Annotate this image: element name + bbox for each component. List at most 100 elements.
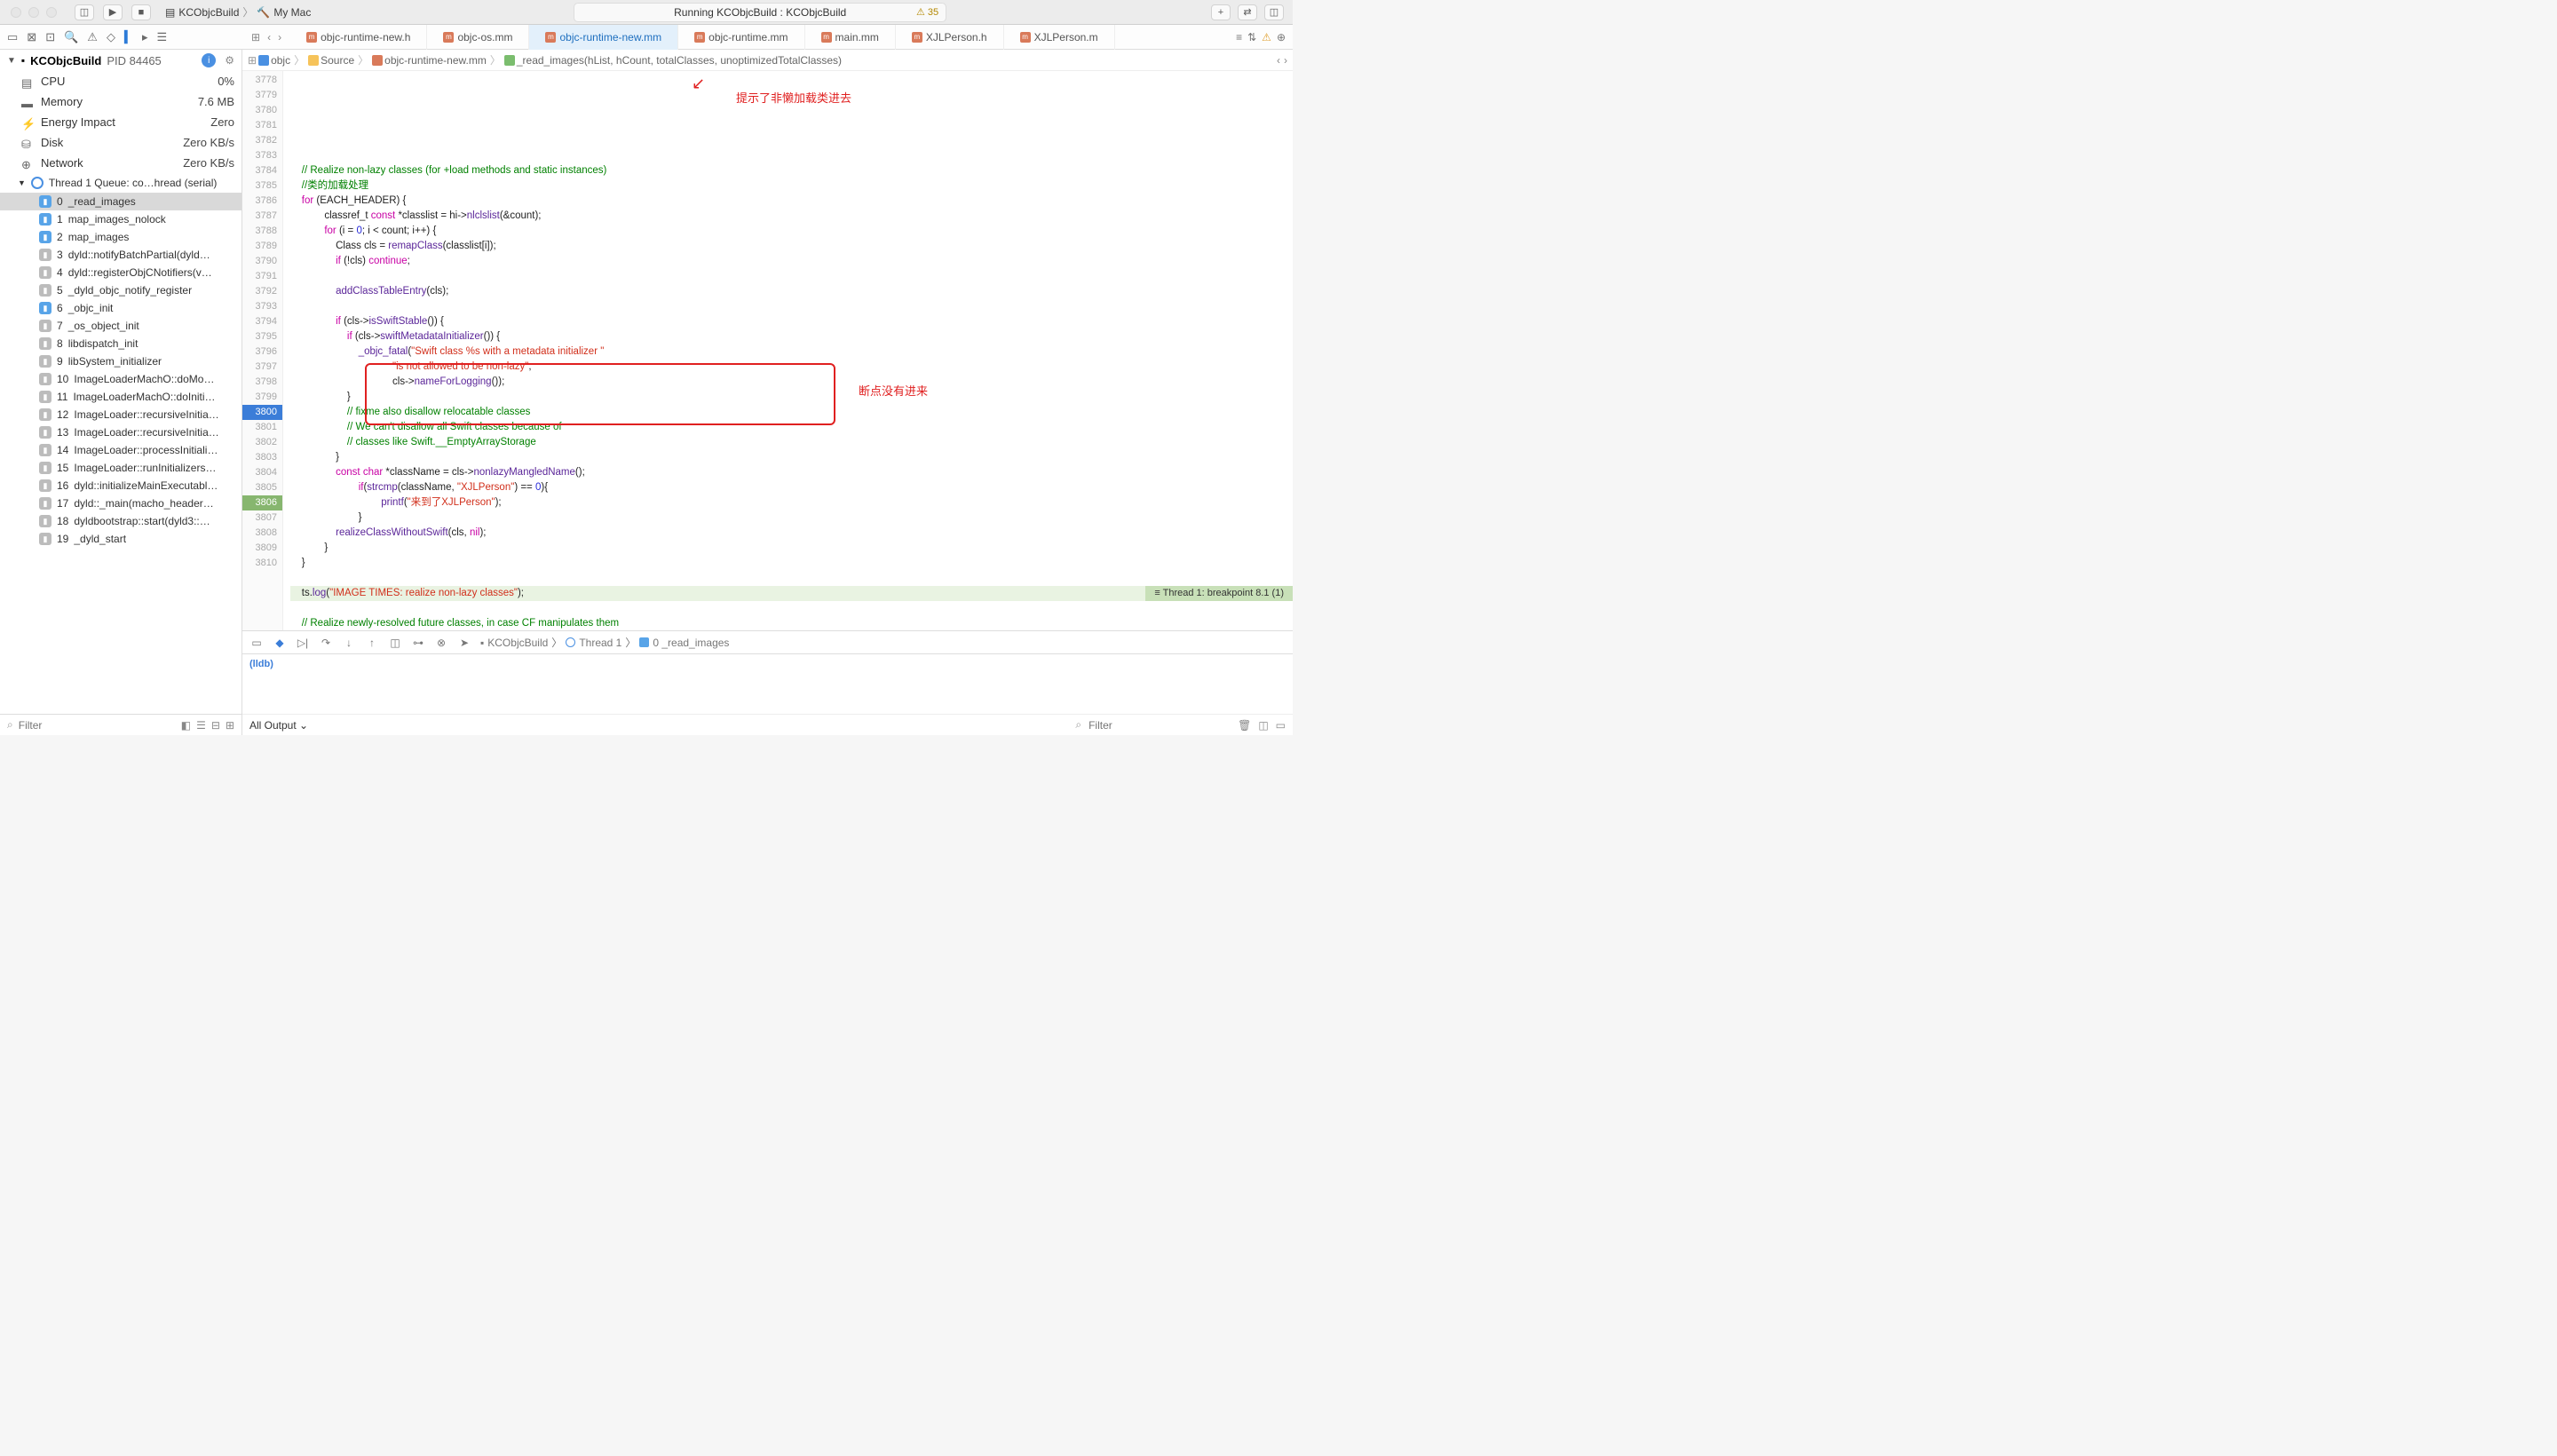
stack-frame[interactable]: ▮6 _objc_init [0,299,241,317]
stack-frame[interactable]: ▮12 ImageLoader::recursiveInitia… [0,406,241,423]
trash-icon[interactable]: 🗑 [1238,719,1251,732]
step-over-icon[interactable]: ↷ [319,637,333,649]
gutter[interactable]: 3778377937803781378237833784378537863787… [242,71,283,630]
stack-frame[interactable]: ▮3 dyld::notifyBatchPartial(dyld… [0,246,241,264]
stack-frame[interactable]: ▮8 libdispatch_init [0,335,241,352]
stack-frame[interactable]: ▮9 libSystem_initializer [0,352,241,370]
stack-frame[interactable]: ▮17 dyld::_main(macho_header… [0,495,241,512]
filter-opt2[interactable]: ☰ [196,719,206,732]
disclosure-icon[interactable]: ▼ [18,178,26,187]
report-icon[interactable]: ☰ [156,30,167,44]
window-controls[interactable] [0,7,67,18]
file-tab[interactable]: mobjc-runtime-new.mm [529,25,678,50]
add-editor-icon[interactable]: ⊕ [1277,31,1286,44]
stack-frame[interactable]: ▮2 map_images [0,228,241,246]
next-icon[interactable]: › [1284,54,1287,67]
issue-icon[interactable]: ⚠ [87,30,98,44]
debug-crumb[interactable]: Thread 1 [579,637,621,649]
back-button[interactable]: ‹ [267,31,271,44]
gear-icon[interactable]: ⚙ [225,54,234,67]
split-icon2[interactable]: ▭ [1276,719,1286,732]
stack-frame[interactable]: ▮1 map_images_nolock [0,210,241,228]
filter-opt1[interactable]: ◧ [181,719,191,732]
continue-icon[interactable]: ▷| [296,637,310,649]
folder-icon[interactable]: ▭ [7,30,18,44]
file-tab[interactable]: mobjc-os.mm [427,25,529,50]
toggle-inspector-button[interactable]: ◫ [1264,4,1284,20]
file-tab[interactable]: mmain.mm [805,25,896,50]
filter-opt3[interactable]: ⊟ [211,719,220,732]
activity-status[interactable]: Running KCObjcBuild : KCObjcBuild ⚠ 35 [574,3,946,22]
gauge-row[interactable]: ⊕NetworkZero KB/s [0,153,241,173]
hammer-icon: 🔨 [257,6,270,19]
run-button[interactable]: ▶ [103,4,123,20]
scheme-target[interactable]: KCObjcBuild [178,6,239,19]
debug-crumb[interactable]: 0 _read_images [653,637,729,649]
code-editor[interactable]: ↙ 提示了非懒加载类进去 断点没有进来 // Realize non-lazy … [283,71,1293,630]
stack-frame[interactable]: ▮16 dyld::initializeMainExecutabl… [0,477,241,495]
stop-button[interactable]: ■ [131,4,151,20]
disclosure-icon[interactable]: ▼ [7,56,16,66]
stack-frame[interactable]: ▮7 _os_object_init [0,317,241,335]
file-tab[interactable]: mXJLPerson.h [896,25,1004,50]
stack-frame[interactable]: ▮11 ImageLoaderMachO::doIniti… [0,388,241,406]
forward-button[interactable]: › [278,31,281,44]
step-in-icon[interactable]: ↓ [342,637,356,649]
breakpoint-icon[interactable]: ▸ [142,30,148,44]
debug-icon[interactable]: ▍ [124,30,133,44]
symbol-icon[interactable]: ⊡ [45,30,55,44]
warning-badge[interactable]: ⚠ 35 [916,6,938,18]
memory-graph-icon[interactable]: ⊶ [411,637,425,649]
location-icon[interactable]: ➤ [457,637,471,649]
stack-frame[interactable]: ▮15 ImageLoader::runInitializers… [0,459,241,477]
warning-icon[interactable]: ⚠ [1262,31,1271,44]
scheme-device[interactable]: My Mac [273,6,311,19]
file-tab[interactable]: mXJLPerson.m [1004,25,1115,50]
stack-frame[interactable]: ▮0 _read_images [0,193,241,210]
stack-frame[interactable]: ▮18 dyldbootstrap::start(dyld3::… [0,512,241,530]
stack-frame[interactable]: ▮13 ImageLoader::recursiveInitia… [0,423,241,441]
process-name[interactable]: KCObjcBuild [30,54,101,67]
gauge-row[interactable]: ▤CPU0% [0,71,241,91]
search-icon[interactable]: 🔍 [64,30,78,44]
breakpoint-badge[interactable]: ≡ Thread 1: breakpoint 8.1 (1) [1145,586,1293,601]
env-icon[interactable]: ⊗ [434,637,448,649]
console-output[interactable]: (lldb) [242,654,1293,714]
view-debug-icon[interactable]: ◫ [388,637,402,649]
x-icon[interactable]: ⊠ [27,30,36,44]
gauge-row[interactable]: ▬Memory7.6 MB [0,91,241,112]
related-items-icon[interactable]: ⊞ [251,31,260,44]
zoom-dot[interactable] [46,7,57,18]
console-filter-input[interactable] [1089,719,1231,732]
filter-opt4[interactable]: ⊞ [226,719,234,732]
split-icon[interactable]: ◫ [1258,719,1268,732]
prev-icon[interactable]: ‹ [1277,54,1280,67]
hide-debug-icon[interactable]: ▭ [249,637,264,649]
thread-label[interactable]: Thread 1 Queue: co…hread (serial) [49,177,217,189]
navigator-selector[interactable]: ▭ ⊠ ⊡ 🔍 ⚠ ◇ ▍ ▸ ☰ [0,30,242,44]
code-review-button[interactable]: ⇄ [1238,4,1257,20]
add-button[interactable]: + [1211,4,1231,20]
close-dot[interactable] [11,7,21,18]
gauge-row[interactable]: ⚡Energy ImpactZero [0,112,241,132]
debug-crumb[interactable]: KCObjcBuild [487,637,548,649]
test-icon[interactable]: ◇ [107,30,115,44]
stack-frame[interactable]: ▮19 _dyld_start [0,530,241,548]
filter-input[interactable] [19,719,176,732]
breakpoints-icon[interactable]: ◆ [273,637,287,649]
stack-frame[interactable]: ▮10 ImageLoaderMachO::doMo… [0,370,241,388]
stack-frame[interactable]: ▮14 ImageLoader::processInitiali… [0,441,241,459]
file-tab[interactable]: mobjc-runtime-new.h [290,25,427,50]
file-tab[interactable]: mobjc-runtime.mm [678,25,804,50]
info-icon[interactable]: i [202,53,216,67]
output-selector[interactable]: All Output ⌄ [249,719,308,732]
minimap-icon[interactable]: ≡ [1236,31,1242,44]
gauge-row[interactable]: ⛁DiskZero KB/s [0,132,241,153]
stack-frame[interactable]: ▮4 dyld::registerObjCNotifiers(v… [0,264,241,281]
jump-bar[interactable]: ⊞ objc 〉 Source 〉 objc-runtime-new.mm 〉 … [242,50,1293,71]
stack-frame[interactable]: ▮5 _dyld_objc_notify_register [0,281,241,299]
min-dot[interactable] [28,7,39,18]
step-out-icon[interactable]: ↑ [365,637,379,649]
adjust-icon[interactable]: ⇅ [1247,31,1256,44]
toggle-navigator-button[interactable]: ◫ [75,4,94,20]
